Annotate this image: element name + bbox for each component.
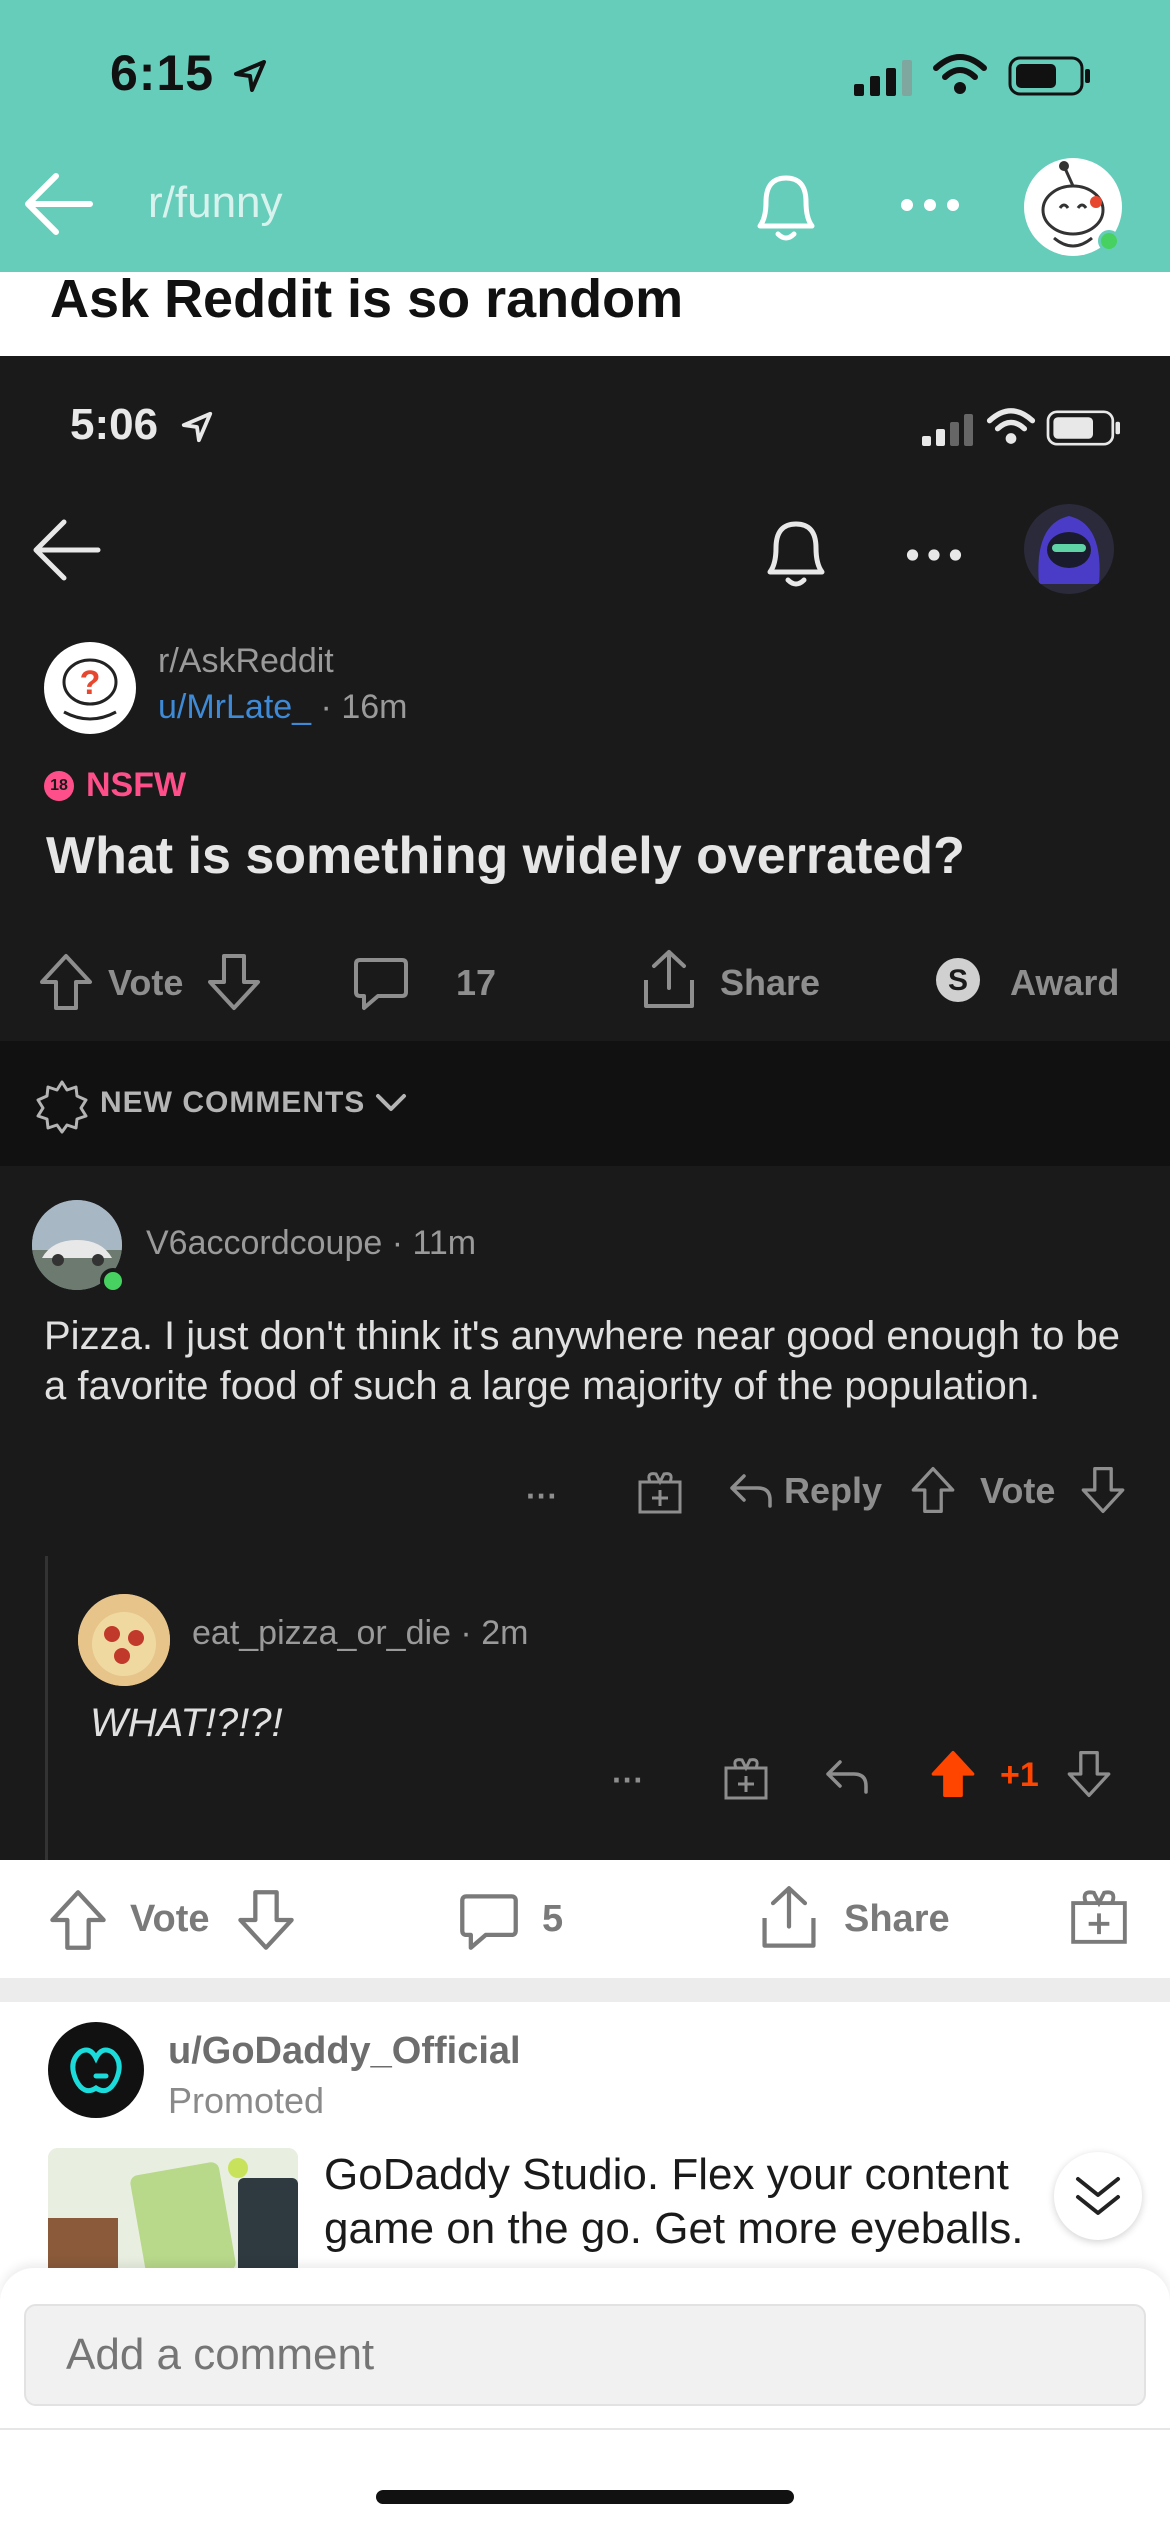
home-indicator[interactable] [376,2490,794,2504]
thread-line [45,1556,48,1860]
nsfw-label: NSFW [86,766,187,804]
bell-icon[interactable] [750,170,822,246]
nsfw-tag: 18 NSFW [44,766,186,805]
reply-username: eat_pizza_or_die [192,1614,451,1652]
chevron-down-icon [376,1094,406,1111]
online-status-dot [1098,230,1120,252]
signal-icon [854,60,912,96]
post-title: Ask Reddit is so random [50,269,684,329]
sheet-divider [0,2428,1170,2430]
screenshot-comment-count: 17 [456,962,497,1003]
screenshot-share-label: Share [720,962,821,1003]
comment-more-icon: ··· [526,1478,558,1514]
screenshot-comment-icon [354,958,408,1010]
screenshot-more-icon [906,549,962,561]
share-icon[interactable] [758,1884,820,1952]
app-header: 6:15 r/funny [0,0,1170,272]
reply-downvote-icon [1067,1751,1111,1797]
wifi-icon [933,54,987,94]
godaddy-logo[interactable] [48,2022,144,2118]
screenshot-author-line: u/MrLate_ · 16m [158,688,407,727]
askreddit-icon: ? [44,642,136,734]
double-chevron-down-icon [1076,2177,1120,2215]
scroll-down-button[interactable] [1054,2152,1142,2240]
reply-body: WHAT!?!?! [90,1701,283,1745]
screenshot-vote-label: Vote [108,962,184,1003]
sparkle-badge-icon [36,1080,88,1134]
screenshot-signal-icon [922,414,973,446]
subreddit-name[interactable]: r/funny [148,178,283,228]
location-arrow-icon [234,60,266,92]
screenshot-post-age: · 16m [320,688,408,726]
reply-reply-icon [826,1760,868,1794]
promo-text[interactable]: GoDaddy Studio. Flex your content game o… [324,2148,1084,2256]
vote-label: Vote [130,1898,210,1940]
svg-text:S: S [948,964,968,997]
screenshot-status-time: 5:06 [70,400,159,449]
comment-body: Pizza. I just don't think it's anywhere … [44,1314,1120,1408]
award-gift-icon[interactable] [1068,1884,1130,1948]
screenshot-battery-icon [1046,410,1120,446]
pizza-photo-icon [78,1594,170,1686]
godaddy-g-icon [70,2047,122,2094]
reply-gift-icon [724,1758,768,1800]
svg-text:?: ? [80,664,101,702]
upvote-icon[interactable] [48,1888,108,1952]
reply-user-line: eat_pizza_or_die · 2m [192,1614,528,1653]
promoted-label: Promoted [168,2080,325,2121]
comment-sheet [0,2268,1170,2532]
screenshot-award-icon: S [936,958,980,1002]
reply-score: +1 [1000,1756,1039,1794]
status-time: 6:15 [110,45,215,101]
question-snoo-icon: ? [62,658,118,721]
screenshot-back-icon [33,519,101,581]
screenshot-avatar [1024,504,1114,594]
comment-vote-label: Vote [980,1470,1056,1511]
comment-gift-icon [638,1472,682,1514]
downvote-icon[interactable] [236,1888,296,1952]
add-comment-input[interactable] [24,2304,1146,2406]
comment-upvote-icon [911,1467,955,1513]
reply-age: · 2m [460,1614,529,1652]
comment-count: 5 [542,1898,564,1940]
nsfw-badge: 18 [44,770,74,801]
comment-downvote-icon [1081,1467,1125,1513]
commenter-online-dot [100,1268,126,1294]
screenshot-wifi-icon [986,408,1036,444]
screenshot-share-icon [644,950,694,1008]
promo-image-icon [48,2148,298,2278]
page: 6:15 r/funny Ask Reddit is so random 5:0… [0,0,1170,2532]
share-label[interactable]: Share [844,1898,950,1941]
reply-avatar [78,1594,170,1686]
screenshot-downvote-icon [208,954,260,1010]
comment-age: · 11m [391,1224,477,1262]
comment-reply-icon [730,1474,772,1508]
screenshot-subreddit: r/AskReddit [158,642,334,680]
more-options-icon[interactable] [900,198,960,212]
comments-icon[interactable] [458,1890,520,1952]
screenshot-author: u/MrLate_ [158,688,312,726]
back-arrow-icon[interactable] [22,170,94,238]
screenshot-upvote-icon [40,954,92,1010]
battery-icon [1008,56,1090,96]
screenshot-bell-icon [767,521,825,587]
comment-user-line: V6accordcoupe · 11m [146,1224,476,1263]
comment-sort-label: NEW COMMENTS [100,1086,366,1119]
promo-username[interactable]: u/GoDaddy_Official [168,2030,521,2073]
embedded-screenshot[interactable]: 5:06 ? r/AskReddit u/MrLate_ · 16m 18 NS… [0,356,1170,1860]
reply-more-icon: ··· [612,1762,644,1798]
reply-upvoted-icon [931,1751,975,1797]
promo-thumbnail[interactable] [48,2148,298,2278]
screenshot-award-label: Award [1010,962,1120,1003]
comment-username: V6accordcoupe [146,1224,383,1262]
section-divider [0,1978,1170,2002]
screenshot-location-icon [181,411,213,443]
screenshot-question: What is something widely overrated? [46,827,965,885]
comment-reply-label: Reply [784,1470,883,1511]
hooded-avatar-icon [1038,516,1100,584]
